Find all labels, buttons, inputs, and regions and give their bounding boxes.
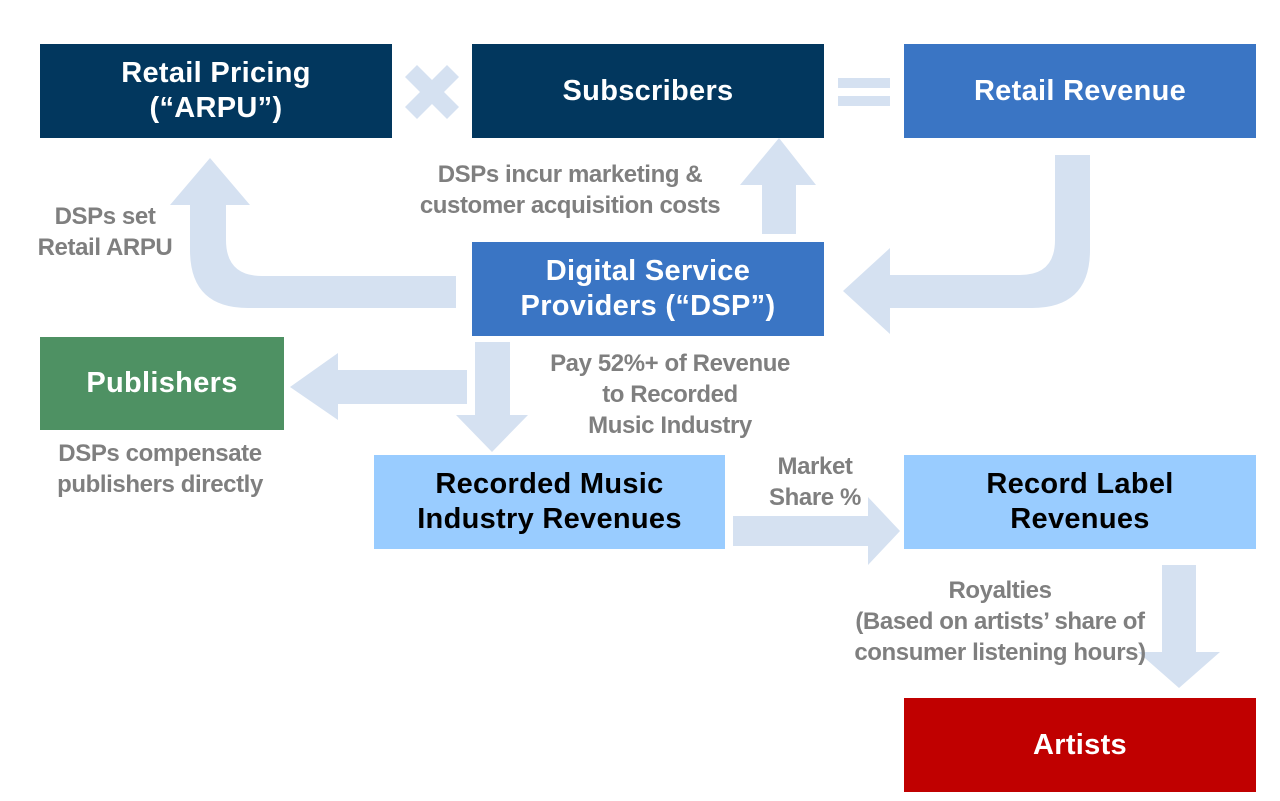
note-pay: Pay 52%+ of Revenue to Recorded Music In… [550,350,790,439]
multiply-icon [405,65,459,119]
note-dsps-set: DSPs set Retail ARPU [37,203,173,261]
record-label-box: Record Label Revenues [904,455,1256,549]
arrow-to-publishers [290,353,467,420]
note-compensate: DSPs compensate publishers directly [57,440,263,498]
subscribers-box: Subscribers [472,44,824,138]
note-royalties: Royalties (Based on artists’ share of co… [854,577,1146,666]
retail-pricing-box: Retail Pricing (“ARPU”) [40,44,392,138]
note-market-share: Market Share % [769,453,861,511]
arrow-revenue-to-dsp [843,155,1090,334]
retail-revenue-box: Retail Revenue [904,44,1256,138]
artists-box: Artists [904,698,1256,792]
recorded-music-box: Recorded Music Industry Revenues [374,455,725,549]
dsp-box: Digital Service Providers (“DSP”) [472,242,824,336]
equals-icon [838,78,890,106]
note-dsps-incur: DSPs incur marketing & customer acquisit… [419,161,721,219]
publishers-box: Publishers [40,337,284,430]
